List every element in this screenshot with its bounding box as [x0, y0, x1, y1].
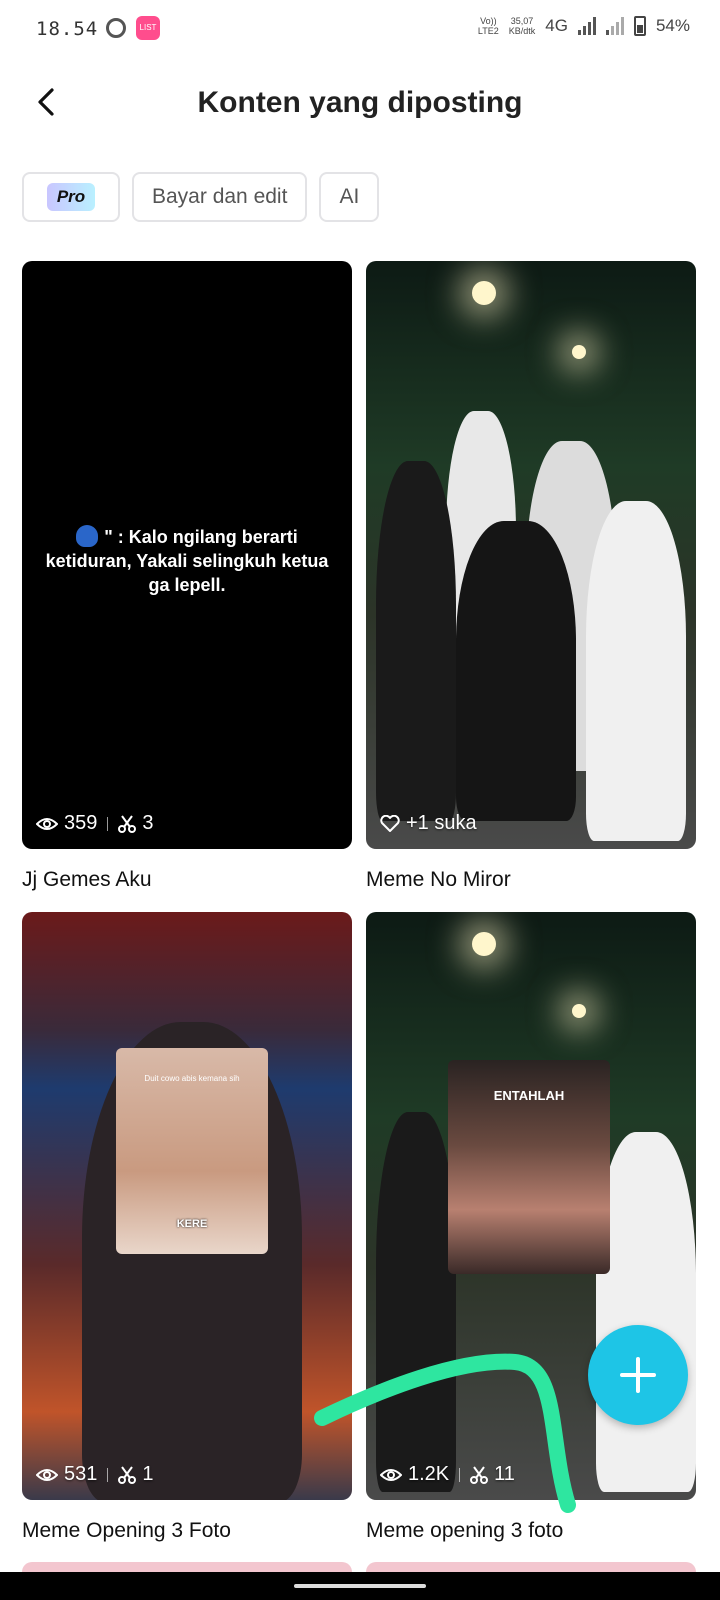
card-title-2[interactable]: Meme No Miror [366, 868, 511, 892]
scissors-icon [118, 1465, 137, 1484]
content-card-2[interactable]: +1 suka [366, 261, 696, 849]
status-bar: 18.54 LIST Vo)) LTE2 35,07 KB/dtk 4G 54% [0, 0, 720, 60]
signal-icon [577, 17, 596, 35]
content-card-3[interactable]: Duit cowo abis kemana sih KERE 531 1 [22, 912, 352, 1500]
card-stats: +1 suka [380, 812, 477, 835]
person [456, 521, 576, 821]
stat-divider [459, 1467, 461, 1482]
chip-pay-and-edit[interactable]: Bayar dan edit [132, 172, 308, 222]
battery-icon [633, 16, 646, 36]
network-type: 4G [545, 16, 568, 35]
use-count: 11 [494, 1463, 515, 1485]
stat-divider [107, 816, 109, 831]
speaking-head-icon [76, 525, 99, 547]
pip-video: ENTAHLAH [448, 1060, 610, 1274]
pro-badge: Pro [46, 183, 96, 211]
view-count: 1.2K [408, 1463, 450, 1485]
page-title: Konten yang diposting [197, 86, 523, 119]
filter-chips: Pro Bayar dan edit AI [22, 172, 380, 222]
home-gesture-handle[interactable] [294, 1584, 426, 1588]
add-button[interactable] [588, 1325, 688, 1425]
pip-top-caption: Duit cowo abis kemana sih [144, 1074, 240, 1083]
volte-indicator: Vo)) LTE2 [478, 16, 499, 36]
pip-top-caption: ENTAHLAH [493, 1088, 565, 1103]
view-count: 531 [64, 1463, 98, 1485]
eye-icon [36, 1468, 58, 1481]
network-speed: 35,07 KB/dtk [509, 16, 536, 36]
navigation-bar [0, 1572, 720, 1600]
use-count: 1 [142, 1463, 154, 1485]
view-count: 359 [64, 812, 98, 834]
pip-bottom-caption: KERE [176, 1218, 208, 1230]
person [586, 501, 686, 841]
use-count: 3 [142, 812, 154, 834]
card-stats: 531 1 [36, 1463, 154, 1486]
card-overlay-text: " : Kalo ngilang berarti ketiduran, Yaka… [42, 525, 332, 597]
card-title-3[interactable]: Meme Opening 3 Foto [22, 1519, 231, 1543]
card-stats: 1.2K 11 [380, 1463, 515, 1486]
stat-divider [107, 1467, 109, 1482]
person [376, 461, 456, 821]
g-icon [106, 18, 126, 38]
card-title-1[interactable]: Jj Gemes Aku [22, 868, 152, 892]
header: Konten yang diposting [0, 70, 720, 140]
card-stats: 359 3 [36, 812, 154, 835]
card-title-4[interactable]: Meme opening 3 foto [366, 1519, 563, 1543]
street-light [472, 932, 496, 956]
volte-bottom: LTE2 [477, 26, 499, 36]
status-right: Vo)) LTE2 35,07 KB/dtk 4G 54% [478, 16, 690, 36]
chip-ai[interactable]: AI [319, 172, 380, 222]
eye-icon [36, 817, 58, 830]
app-badge-icon: LIST [136, 16, 160, 40]
content-card-1[interactable]: " : Kalo ngilang berarti ketiduran, Yaka… [22, 261, 352, 849]
person [596, 1132, 696, 1492]
street-light [572, 345, 586, 359]
scissors-icon [470, 1465, 489, 1484]
chip-pro[interactable]: Pro [22, 172, 120, 222]
heart-icon [380, 814, 400, 832]
speed-value: 35,07 [510, 16, 534, 26]
volte-top: Vo)) [480, 16, 497, 26]
signal-2-icon [605, 17, 624, 35]
street-light [472, 281, 496, 305]
eye-icon [380, 1468, 402, 1481]
pip-video: Duit cowo abis kemana sih KERE [116, 1048, 268, 1254]
plus-icon [620, 1357, 656, 1393]
status-time: 18.54 [36, 18, 99, 40]
street-light [572, 1004, 586, 1018]
scissors-icon [118, 814, 137, 833]
person [376, 1112, 456, 1492]
battery-percent: 54% [655, 16, 690, 35]
speed-unit: KB/dtk [508, 26, 536, 36]
like-count: +1 suka [406, 812, 477, 834]
